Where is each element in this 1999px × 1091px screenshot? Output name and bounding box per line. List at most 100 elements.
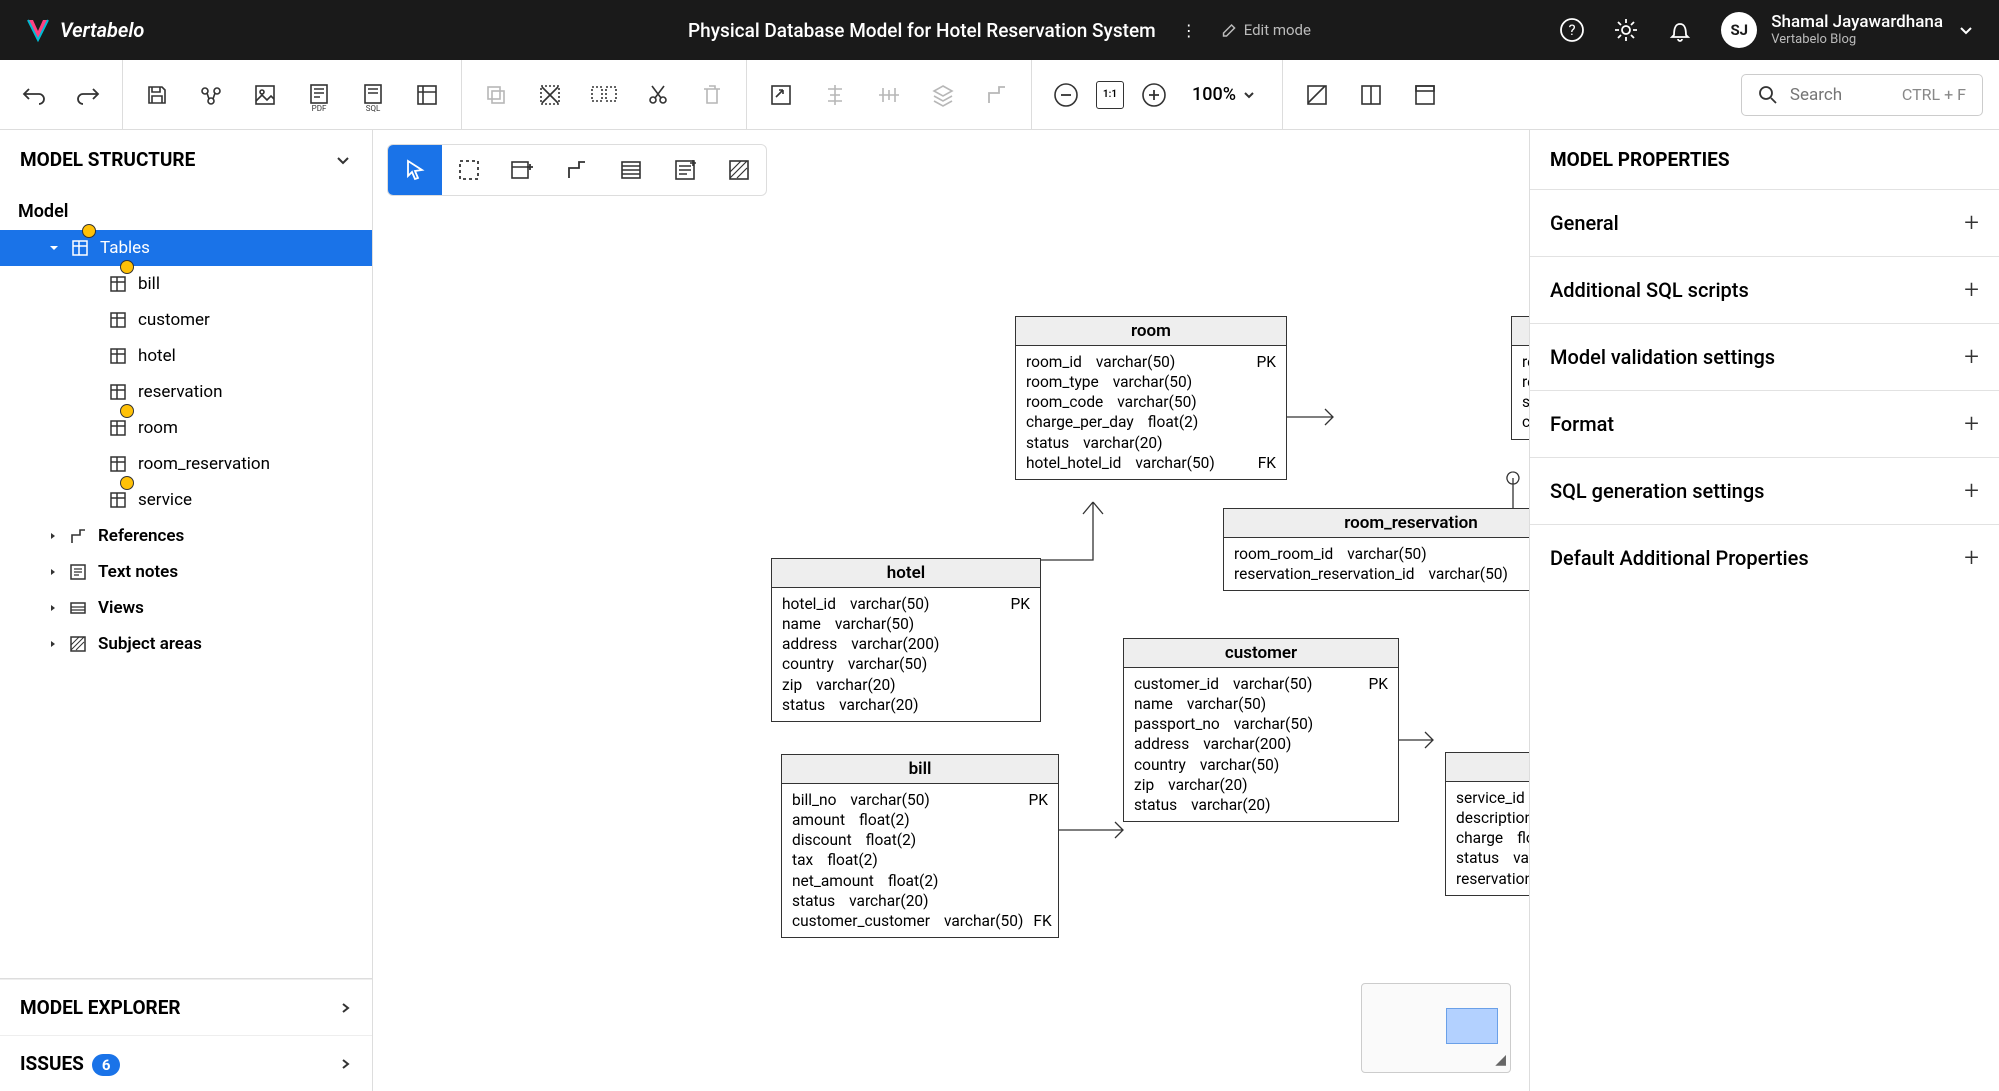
avatar: SJ [1721,12,1757,48]
search-input[interactable] [1790,85,1890,105]
model-structure-header[interactable]: MODEL STRUCTURE [0,130,372,189]
entity-room_reservation[interactable]: room_reservationroom_room_idvarchar(50)P… [1223,508,1529,591]
copy-button[interactable] [480,79,512,111]
prop-sql-generation-settings[interactable]: SQL generation settings+ [1530,457,1999,524]
search-box[interactable]: CTRL + F [1741,74,1983,116]
expand-button[interactable] [765,79,797,111]
column: customer_customvarchar(50)FK [1522,412,1529,432]
column: statusvarchar(20) [782,695,1030,715]
resize-handle-icon[interactable]: ◢ [1495,1052,1506,1068]
zoom-select[interactable]: 100% [1184,84,1264,105]
tree-table-room_reservation[interactable]: room_reservation [0,446,372,482]
entity-reservation[interactable]: reservationreservation_idvarchar(50)PKre… [1511,316,1529,440]
grid-toggle-button[interactable] [1301,79,1333,111]
prop-format[interactable]: Format+ [1530,390,1999,457]
tree-tables[interactable]: Tables [0,230,372,266]
tree-group-subject-areas[interactable]: Subject areas [0,626,372,662]
model-explorer-toggle[interactable]: MODEL EXPLORER [0,979,372,1035]
brand[interactable]: Vertabelo [24,16,144,44]
align-h-button[interactable] [819,79,851,111]
cut-button[interactable] [642,79,674,111]
entity-service[interactable]: serviceservice_idvarchar(50)PKdescriptio… [1445,752,1529,896]
tree-root[interactable]: Model [0,193,372,230]
view-button[interactable] [1409,79,1441,111]
tree-group-references[interactable]: References [0,518,372,554]
plus-icon: + [1964,543,1979,573]
paste-button[interactable] [534,79,566,111]
column: discountfloat(2) [792,830,1048,850]
export-image-button[interactable] [249,79,281,111]
column: countryvarchar(50) [1134,755,1388,775]
export-sql-button[interactable]: SQL [357,79,389,111]
search-hint: CTRL + F [1902,85,1966,104]
help-icon[interactable]: ? [1559,17,1585,43]
table-icon [108,418,128,438]
tree-group-views[interactable]: Views [0,590,372,626]
column: namevarchar(50) [782,614,1030,634]
add-table-tool[interactable] [496,145,550,195]
select-tool[interactable] [388,145,442,195]
entity-bill[interactable]: billbill_novarchar(50)PKamountfloat(2)di… [781,754,1059,938]
export-pdf-button[interactable]: PDF [303,79,335,111]
settings-icon[interactable] [1613,17,1639,43]
column: reservation_reservavarchar(50)FK [1456,869,1529,889]
plus-icon: + [1964,275,1979,305]
prop-general[interactable]: General+ [1530,189,1999,256]
export-xml-button[interactable] [411,79,443,111]
tree-group-text-notes[interactable]: Text notes [0,554,372,590]
undo-button[interactable] [18,79,50,111]
column: statusvarchar(20) [1522,392,1529,412]
tree-table-bill[interactable]: bill [0,266,372,302]
zoom-in-button[interactable] [1138,79,1170,111]
column: namevarchar(50) [1134,694,1388,714]
column: statusvarchar(20) [1026,433,1276,453]
column: statusvarchar(20) [792,891,1048,911]
add-view-tool[interactable] [604,145,658,195]
prop-model-validation-settings[interactable]: Model validation settings+ [1530,323,1999,390]
canvas-toolbar [387,144,767,196]
layers-button[interactable] [927,79,959,111]
prop-default-additional-properties[interactable]: Default Additional Properties+ [1530,524,1999,591]
add-area-tool[interactable] [712,145,766,195]
save-button[interactable] [141,79,173,111]
caret-right-icon [48,531,58,541]
tree-table-customer[interactable]: customer [0,302,372,338]
bell-icon[interactable] [1667,17,1693,43]
entity-room[interactable]: roomroom_idvarchar(50)PKroom_typevarchar… [1015,316,1287,480]
minimap[interactable]: ◢ [1361,983,1511,1073]
main: MODEL STRUCTURE Model Tables billcustome… [0,130,1999,1091]
zoom-out-button[interactable] [1050,79,1082,111]
model-properties-header: MODEL PROPERTIES [1530,130,1999,189]
redo-button[interactable] [72,79,104,111]
column: countryvarchar(50) [782,654,1030,674]
marquee-tool[interactable] [442,145,496,195]
column: addressvarchar(200) [782,634,1030,654]
duplicate-button[interactable] [588,79,620,111]
chevron-down-icon [1957,21,1975,39]
route-button[interactable] [981,79,1013,111]
canvas[interactable]: roomroom_idvarchar(50)PKroom_typevarchar… [373,130,1529,1091]
plus-icon: + [1964,208,1979,238]
prop-additional-sql-scripts[interactable]: Additional SQL scripts+ [1530,256,1999,323]
more-icon[interactable]: ⋮ [1176,17,1202,43]
column: hotel_idvarchar(50)PK [782,594,1030,614]
tree-table-room[interactable]: room [0,410,372,446]
entity-hotel[interactable]: hotelhotel_idvarchar(50)PKnamevarchar(50… [771,558,1041,722]
column: reservation_reservation_idvarchar(50)PK … [1234,564,1529,584]
entity-customer[interactable]: customercustomer_idvarchar(50)PKnamevarc… [1123,638,1399,822]
zoom-fit-button[interactable]: 1:1 [1096,81,1124,109]
tree-table-reservation[interactable]: reservation [0,374,372,410]
align-v-button[interactable] [873,79,905,111]
snap-button[interactable] [1355,79,1387,111]
add-note-tool[interactable] [658,145,712,195]
add-reference-tool[interactable] [550,145,604,195]
tree-table-service[interactable]: service [0,482,372,518]
group-icon [68,634,88,654]
user-menu[interactable]: SJ Shamal Jayawardhana Vertabelo Blog [1721,12,1975,48]
tree-table-hotel[interactable]: hotel [0,338,372,374]
issues-toggle[interactable]: ISSUES6 [0,1035,372,1091]
edit-mode-toggle[interactable]: Edit mode [1222,21,1311,39]
delete-button[interactable] [696,79,728,111]
user-sub: Vertabelo Blog [1771,32,1943,48]
share-button[interactable] [195,79,227,111]
